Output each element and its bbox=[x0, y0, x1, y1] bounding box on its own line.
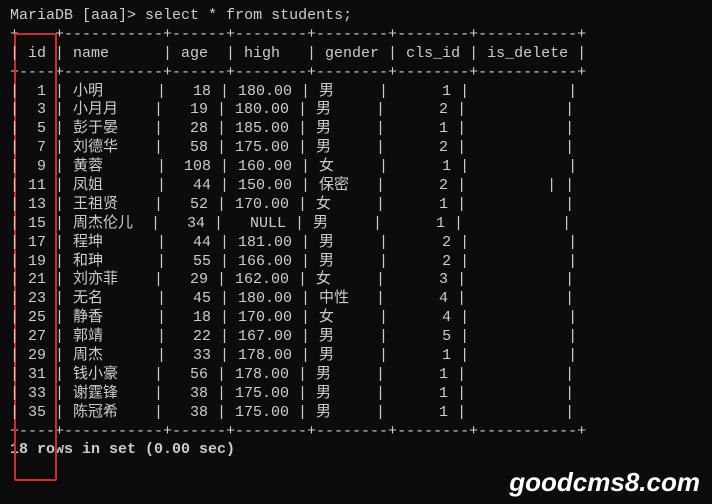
table-row: | 15 | 周杰伦儿 | 34 | NULL | 男 | 1 | | bbox=[10, 215, 702, 234]
table-row: | 33 | 谢霆锋 | 38 | 175.00 | 男 | 1 | | bbox=[10, 385, 702, 404]
table-row: | 25 | 静香 | 18 | 170.00 | 女 | 4 | | bbox=[10, 309, 702, 328]
table-row: | 21 | 刘亦菲 | 29 | 162.00 | 女 | 3 | | bbox=[10, 271, 702, 290]
table-row: | 17 | 程坤 | 44 | 181.00 | 男 | 2 | | bbox=[10, 234, 702, 253]
table-header-row: | id | name | age | high | gender | cls_… bbox=[10, 45, 702, 64]
terminal-output: MariaDB [aaa]> select * from students; +… bbox=[10, 7, 702, 460]
table-border-top: +----+-----------+------+--------+------… bbox=[10, 26, 702, 45]
table-row: | 13 | 王祖贤 | 52 | 170.00 | 女 | 1 | | bbox=[10, 196, 702, 215]
table-row: | 11 | 凤姐 | 44 | 150.00 | 保密 | 2 | | | bbox=[10, 177, 702, 196]
table-border-bottom: +----+-----------+------+--------+------… bbox=[10, 423, 702, 442]
table-row: | 29 | 周杰 | 33 | 178.00 | 男 | 1 | | bbox=[10, 347, 702, 366]
table-row: | 31 | 钱小豪 | 56 | 178.00 | 男 | 1 | | bbox=[10, 366, 702, 385]
table-row: | 9 | 黄蓉 | 108 | 160.00 | 女 | 1 | | bbox=[10, 158, 702, 177]
table-border-mid: +----+-----------+------+--------+------… bbox=[10, 64, 702, 83]
rows-in-set-status: 18 rows in set (0.00 sec) bbox=[10, 441, 702, 460]
table-row: | 1 | 小明 | 18 | 180.00 | 男 | 1 | | bbox=[10, 83, 702, 102]
table-row: | 7 | 刘德华 | 58 | 175.00 | 男 | 2 | | bbox=[10, 139, 702, 158]
table-row: | 5 | 彭于晏 | 28 | 185.00 | 男 | 1 | | bbox=[10, 120, 702, 139]
table-row: | 3 | 小月月 | 19 | 180.00 | 男 | 2 | | bbox=[10, 101, 702, 120]
table-row: | 27 | 郭靖 | 22 | 167.00 | 男 | 5 | | bbox=[10, 328, 702, 347]
table-row: | 35 | 陈冠希 | 38 | 175.00 | 男 | 1 | | bbox=[10, 404, 702, 423]
table-row: | 19 | 和珅 | 55 | 166.00 | 男 | 2 | | bbox=[10, 253, 702, 272]
table-row: | 23 | 无名 | 45 | 180.00 | 中性 | 4 | | bbox=[10, 290, 702, 309]
sql-query: select * from students; bbox=[145, 7, 352, 24]
watermark-text: goodcms8.com bbox=[509, 466, 700, 499]
prompt-line[interactable]: MariaDB [aaa]> select * from students; bbox=[10, 7, 702, 26]
db-prompt: MariaDB [aaa]> bbox=[10, 7, 136, 24]
